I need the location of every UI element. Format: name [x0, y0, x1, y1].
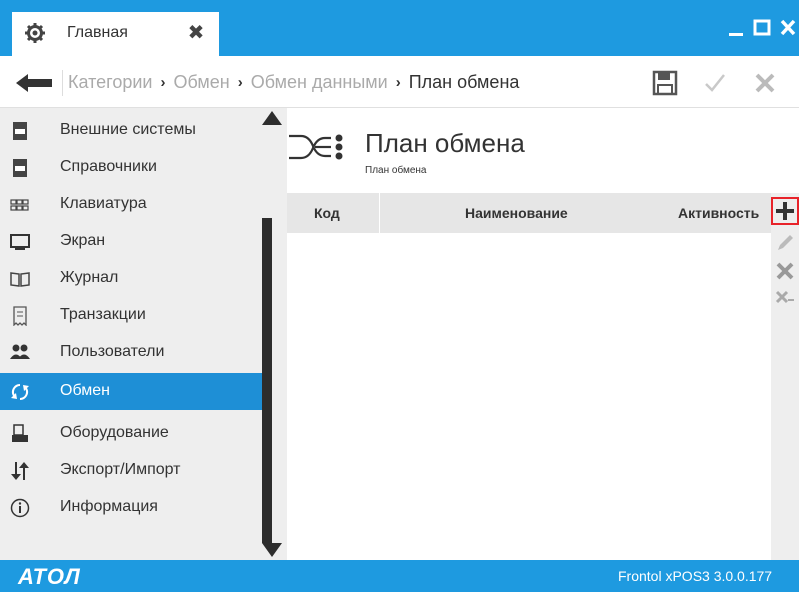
sidebar-item-label: Внешние системы	[60, 121, 196, 138]
delete-all-button[interactable]	[771, 283, 799, 311]
pencil-icon	[778, 235, 793, 250]
tab-home[interactable]: Главная ✖	[12, 12, 219, 56]
page-subtitle: План обмена	[365, 165, 427, 176]
scrollbar-thumb[interactable]	[262, 218, 272, 543]
minimize-button[interactable]	[725, 16, 747, 38]
footer: АТОЛ Frontol xPOS3 3.0.0.177	[0, 560, 799, 592]
sidebar: Внешние системы Справочники Клавиатура Э…	[0, 108, 287, 560]
sidebar-item-label: Журнал	[60, 269, 119, 286]
keyboard-icon	[10, 199, 29, 211]
save-button[interactable]	[652, 70, 678, 96]
sidebar-item-label: Экспорт/Импорт	[60, 461, 181, 478]
scroll-up-icon[interactable]	[262, 111, 282, 125]
title-bar: Главная ✖	[0, 0, 799, 56]
scroll-down-icon[interactable]	[262, 543, 282, 557]
sidebar-item-transactions[interactable]: Транзакции	[0, 297, 262, 334]
close-icon	[776, 262, 794, 280]
arrows-icon	[11, 462, 29, 480]
window-controls	[725, 16, 799, 38]
main-content: План обмена План обмена Код Наименование…	[287, 108, 799, 560]
divider	[62, 70, 63, 96]
close-icon	[780, 19, 796, 36]
sidebar-item-equipment[interactable]: Оборудование	[0, 415, 262, 452]
column-divider	[379, 193, 380, 233]
book-icon	[10, 272, 30, 287]
sidebar-item-information[interactable]: Информация	[0, 489, 262, 526]
gear-icon	[25, 23, 45, 43]
breadcrumb-categories[interactable]: Категории	[68, 72, 152, 93]
close-window-button[interactable]	[777, 16, 799, 38]
sidebar-item-label: Информация	[60, 498, 158, 515]
tab-label: Главная	[67, 24, 128, 41]
breadcrumb: Категории › Обмен › Обмен данными › План…	[68, 72, 519, 93]
checkmark-icon	[705, 74, 725, 92]
maximize-button[interactable]	[751, 16, 773, 38]
column-header-active[interactable]: Активность	[678, 205, 759, 221]
sidebar-item-label: Пользователи	[60, 343, 165, 360]
breadcrumb-separator: ›	[160, 74, 166, 91]
apply-button[interactable]	[702, 70, 728, 96]
sidebar-item-directories[interactable]: Справочники	[0, 149, 262, 186]
sidebar-item-label: Обмен	[60, 382, 110, 399]
minimize-icon	[729, 33, 743, 36]
breadcrumb-data-exchange[interactable]: Обмен данными	[251, 72, 388, 93]
printer-icon	[12, 424, 28, 442]
delete-all-icon	[775, 290, 794, 304]
sidebar-item-exchange[interactable]: Обмен	[0, 373, 262, 410]
table-toolbar	[771, 193, 799, 560]
cancel-button[interactable]	[752, 70, 778, 96]
sidebar-item-label: Справочники	[60, 158, 157, 175]
sidebar-item-external-systems[interactable]: Внешние системы	[0, 112, 262, 149]
sidebar-item-keyboard[interactable]: Клавиатура	[0, 186, 262, 223]
monitor-icon	[10, 234, 30, 250]
info-icon	[10, 498, 30, 518]
table-body[interactable]	[287, 233, 771, 560]
page-title: План обмена	[365, 128, 525, 158]
receipt-icon	[13, 306, 27, 326]
breadcrumb-separator: ›	[395, 74, 401, 91]
sync-icon	[11, 383, 29, 401]
sidebar-item-export-import[interactable]: Экспорт/Импорт	[0, 452, 262, 489]
breadcrumb-exchange[interactable]: Обмен	[173, 72, 229, 93]
edit-button[interactable]	[771, 229, 799, 257]
sidebar-item-screen[interactable]: Экран	[0, 223, 262, 260]
sidebar-item-label: Оборудование	[60, 424, 169, 441]
sidebar-item-label: Транзакции	[60, 306, 146, 323]
sidebar-item-users[interactable]: Пользователи	[0, 334, 262, 371]
breadcrumb-bar: Категории › Обмен › Обмен данными › План…	[0, 56, 799, 108]
table-header: Код Наименование Активность	[287, 193, 771, 233]
add-button[interactable]	[771, 197, 799, 225]
back-arrow-icon[interactable]	[16, 74, 56, 92]
column-header-code[interactable]: Код	[314, 205, 340, 221]
sidebar-item-journal[interactable]: Журнал	[0, 260, 262, 297]
brand-logo: АТОЛ	[18, 564, 81, 589]
exchange-plan-icon	[289, 134, 343, 160]
delete-button[interactable]	[771, 257, 799, 285]
save-icon	[652, 70, 678, 96]
breadcrumb-separator: ›	[237, 74, 243, 91]
document-icon	[13, 159, 27, 177]
plus-icon	[776, 202, 794, 220]
version-label: Frontol xPOS3 3.0.0.177	[618, 568, 773, 584]
tab-close-icon[interactable]: ✖	[187, 22, 205, 44]
breadcrumb-current: План обмена	[408, 72, 520, 92]
sidebar-item-label: Клавиатура	[60, 195, 147, 212]
users-icon	[10, 344, 30, 359]
maximize-icon	[753, 19, 771, 36]
sidebar-item-label: Экран	[60, 232, 106, 249]
close-icon	[755, 73, 775, 93]
document-icon	[13, 122, 27, 140]
breadcrumb-actions	[652, 70, 778, 96]
column-header-name[interactable]: Наименование	[465, 205, 568, 221]
